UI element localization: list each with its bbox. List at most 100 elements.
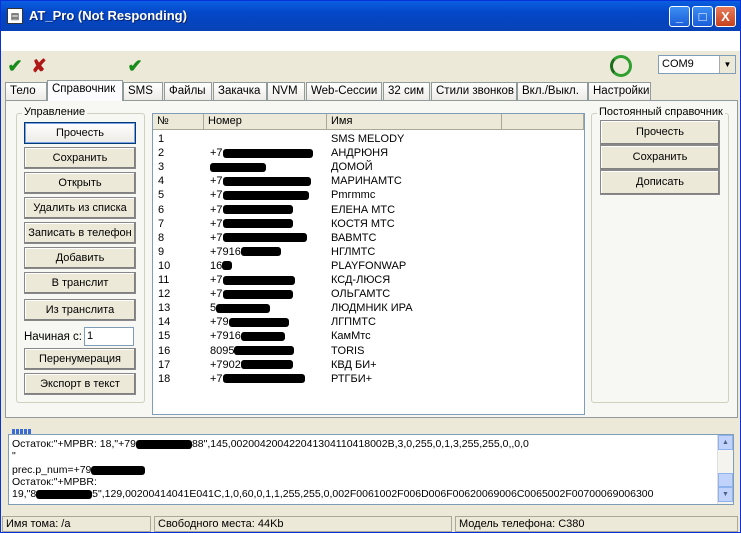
app-window: ▤ AT_Pro (Not Responding) _ □ X ✔ ✘ ✔ CO… <box>0 0 741 533</box>
to-translit-button[interactable]: В транслит <box>24 272 136 294</box>
table-row[interactable]: 15 +7916 КамМтс <box>153 329 584 343</box>
cell-name: Pmгmmс <box>331 189 376 202</box>
status-free-space: Свободного места: 44Kb <box>154 516 452 532</box>
tab-32-sim[interactable]: 32 сим <box>383 82 430 100</box>
scroll-up-icon[interactable]: ▲ <box>718 435 733 450</box>
add-button[interactable]: Добавить <box>24 247 136 269</box>
from-translit-button[interactable]: Из транслита <box>24 299 136 321</box>
tab-phonebook[interactable]: Справочник <box>47 80 123 101</box>
table-row[interactable]: 7 +7 КОСТЯ МТС <box>153 217 584 231</box>
perm-save-button[interactable]: Сохранить <box>600 145 720 170</box>
menu-bar <box>1 31 740 51</box>
app-icon: ▤ <box>7 8 23 24</box>
table-row[interactable]: 4 +7 МАРИНАМТС <box>153 174 584 188</box>
col-header-name[interactable]: Имя <box>327 114 502 130</box>
cell-name: АНДРЮНЯ <box>331 147 389 160</box>
cell-phone: +7916 <box>210 245 281 259</box>
apply-icon[interactable]: ✔ <box>124 55 146 77</box>
log-line: Остаток:"+MPBR: 18,"+79 88",145,002004200… <box>12 438 529 450</box>
redaction-mark <box>210 162 266 172</box>
table-row[interactable]: 13 5 ЛЮДМНИК ИРА <box>153 301 584 315</box>
cell-name: РТГБИ+ <box>331 372 373 385</box>
cell-index: 13 <box>158 302 171 315</box>
redaction-mark <box>222 233 307 243</box>
cell-index: 7 <box>158 217 165 230</box>
redaction-mark <box>228 317 289 327</box>
delete-from-list-button[interactable]: Удалить из списка <box>24 197 136 219</box>
cell-phone: +7902 <box>210 358 293 372</box>
cell-name: КОСТЯ МТС <box>331 217 395 230</box>
tab-ring-styles[interactable]: Стили звонков <box>431 82 517 100</box>
cell-index: 4 <box>158 175 165 188</box>
renumber-button[interactable]: Перенумерация <box>24 348 136 370</box>
progress-indicator <box>12 425 32 434</box>
cell-phone: 5 <box>210 301 271 315</box>
log-line: Остаток:"+MPBR: <box>12 476 97 488</box>
read-button[interactable]: Прочесть <box>24 122 136 144</box>
cell-name: КСД-ЛЮСЯ <box>331 274 391 286</box>
table-row[interactable]: 16 8095 TORIS <box>153 344 584 358</box>
tab-nvm[interactable]: NVM <box>267 82 305 100</box>
refresh-icon[interactable] <box>610 55 632 77</box>
log-scrollbar[interactable]: ▲ ▼ <box>717 435 733 504</box>
cell-name: ДОМОЙ <box>331 161 373 174</box>
status-volume: Имя тома: /a <box>2 516 151 532</box>
tab-body[interactable]: Тело <box>5 82 47 100</box>
port-select[interactable]: COM9 ▼ <box>658 55 736 74</box>
status-phone-model: Модель телефона: C380 <box>455 516 738 532</box>
cell-name: TORIS <box>331 344 365 357</box>
log-output[interactable]: Остаток:"+MPBR: 18,"+79 88",145,002004200… <box>8 434 734 505</box>
table-row[interactable]: 2 +7 АНДРЮНЯ <box>153 146 584 160</box>
perm-read-button[interactable]: Прочесть <box>600 120 720 145</box>
cell-name: SMS MELODY <box>331 133 405 145</box>
scroll-down-icon[interactable]: ▼ <box>718 487 733 502</box>
tab-sms[interactable]: SMS <box>123 82 163 100</box>
log-line: prec.p_num=+79 <box>12 464 146 476</box>
tab-files[interactable]: Файлы <box>164 82 212 100</box>
table-row[interactable]: 9 +7916 НГЛМТС <box>153 245 584 259</box>
cell-index: 5 <box>158 189 165 202</box>
redaction-mark <box>240 331 285 341</box>
export-text-button[interactable]: Экспорт в текст <box>24 373 136 395</box>
table-row[interactable]: 1 SMS MELODY <box>153 132 584 146</box>
title-bar[interactable]: ▤ AT_Pro (Not Responding) _ □ X <box>1 1 740 31</box>
cell-name: ОЛЬГАМТС <box>331 288 391 301</box>
start-from-input[interactable]: 1 <box>84 327 134 346</box>
table-row[interactable]: 18 +7 РТГБИ+ <box>153 372 584 386</box>
tab-settings[interactable]: Настройки <box>588 82 651 100</box>
redaction-mark <box>222 148 313 158</box>
table-row[interactable]: 5 +7 Pmгmmс <box>153 188 584 202</box>
table-row[interactable]: 3 ДОМОЙ <box>153 160 584 174</box>
chevron-down-icon[interactable]: ▼ <box>719 56 735 73</box>
status-bar: Имя тома: /a Свободного места: 44Kb Моде… <box>1 515 740 533</box>
write-to-phone-button[interactable]: Записать в телефон <box>24 222 136 244</box>
cell-phone: +7 <box>210 273 295 287</box>
ok-icon[interactable]: ✔ <box>4 55 26 77</box>
scroll-thumb[interactable] <box>718 473 733 487</box>
table-row[interactable]: 12 +7 ОЛЬГАМТС <box>153 287 584 301</box>
redaction-mark <box>222 374 305 384</box>
tab-on-off[interactable]: Вкл./Выкл. <box>517 82 588 100</box>
cell-phone: +79 <box>210 315 289 329</box>
window-title: AT_Pro (Not Responding) <box>29 8 187 23</box>
perm-append-button[interactable]: Дописать <box>600 170 720 195</box>
table-row[interactable]: 8 +7 ВАВМТС <box>153 231 584 245</box>
cell-name: ЛГПМТС <box>331 316 376 329</box>
minimize-button[interactable]: _ <box>669 6 690 27</box>
phonebook-grid[interactable]: № Номер Имя 1 SMS MELODY 2 +7 АНДРЮНЯ 3 ДОМОЙ 4… <box>152 113 585 415</box>
port-value: COM9 <box>662 58 694 70</box>
table-row[interactable]: 6 +7 ЕЛЕНА МТС <box>153 203 584 217</box>
tab-download[interactable]: Закачка <box>213 82 267 100</box>
table-row[interactable]: 17 +7902 КВД БИ+ <box>153 358 584 372</box>
table-row[interactable]: 14 +79 ЛГПМТС <box>153 315 584 329</box>
tab-web-sessions[interactable]: Web-Сессии <box>306 82 382 100</box>
col-header-number[interactable]: № <box>153 114 204 130</box>
col-header-phone[interactable]: Номер <box>204 114 327 130</box>
open-button[interactable]: Открыть <box>24 172 136 194</box>
close-button[interactable]: X <box>715 6 736 27</box>
table-row[interactable]: 11 +7 КСД-ЛЮСЯ <box>153 273 584 287</box>
maximize-button[interactable]: □ <box>692 6 713 27</box>
table-row[interactable]: 10 16 PLAYFONWAP <box>153 259 584 273</box>
cancel-icon[interactable]: ✘ <box>28 55 50 77</box>
save-button[interactable]: Сохранить <box>24 147 136 169</box>
